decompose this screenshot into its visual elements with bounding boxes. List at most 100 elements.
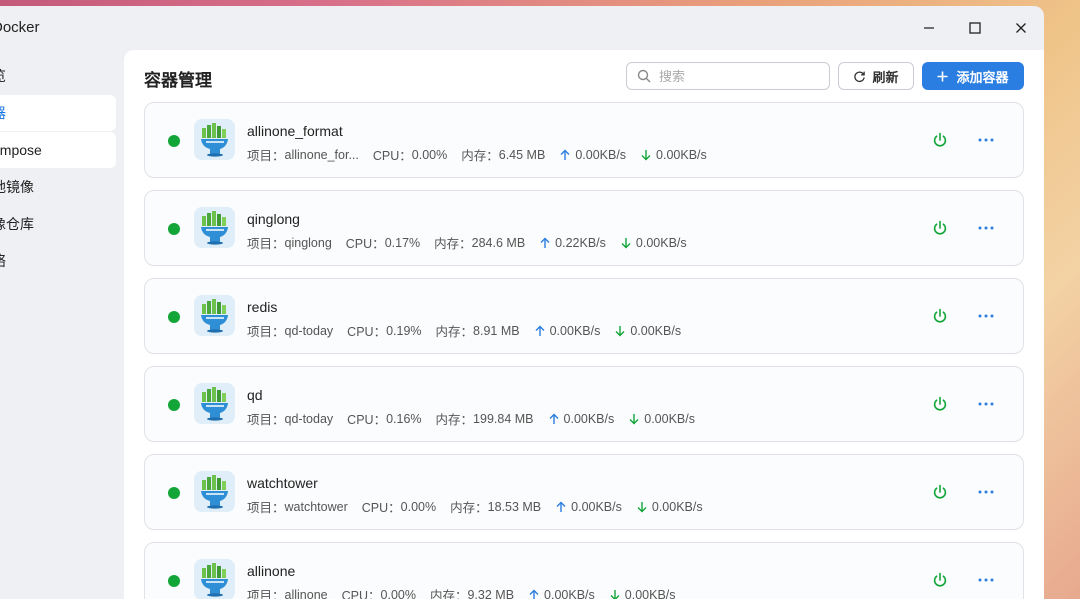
memory-value: 9.32 MB [467, 587, 515, 599]
upload-speed: 0.00KB/s [575, 147, 627, 162]
power-button[interactable] [929, 305, 951, 327]
more-options-button[interactable] [975, 481, 997, 503]
cpu-value: 0.19% [386, 323, 422, 338]
sidebar-item-image-registry[interactable]: 像仓库 [0, 206, 116, 242]
memory-label: 内存： [434, 237, 472, 251]
container-card[interactable]: allinone 项目： allinone CPU： 0.00% 内存： 9.3… [144, 542, 1024, 599]
project-value: allinone [284, 587, 328, 599]
status-running-dot [168, 399, 180, 411]
memory-label: 内存： [435, 325, 474, 339]
upload-speed: 0.22KB/s [555, 235, 606, 250]
title-bar: Docker [0, 6, 1044, 50]
download-arrow-icon [615, 325, 625, 336]
project-value: qd-today [284, 411, 334, 426]
upload-arrow-icon [529, 589, 539, 599]
container-meta: 项目： qd-today CPU： 0.19% 内存： 8.91 MB 0.00… [247, 321, 681, 340]
search-input[interactable] [659, 68, 809, 84]
container-card[interactable]: qinglong 项目： qinglong CPU： 0.17% 内存： 284… [144, 190, 1024, 266]
sidebar-item-label: ompose [0, 142, 42, 158]
project-value: watchtower [284, 499, 348, 514]
search-icon [637, 69, 651, 83]
container-card[interactable]: watchtower 项目： watchtower CPU： 0.00% 内存：… [144, 454, 1024, 530]
sidebar-item-overview[interactable]: 览 [0, 58, 116, 94]
download-speed: 0.00KB/s [651, 499, 703, 514]
download-arrow-icon [637, 501, 647, 512]
upload-arrow-icon [560, 149, 570, 160]
more-options-button[interactable] [975, 217, 997, 239]
download-speed: 0.00KB/s [656, 147, 707, 162]
memory-label: 内存： [450, 501, 488, 515]
refresh-label: 刷新 [872, 69, 899, 85]
more-horizontal-icon [978, 402, 994, 406]
power-button[interactable] [929, 129, 951, 151]
search-box[interactable] [626, 62, 830, 90]
container-name: qinglong [247, 211, 300, 227]
container-card[interactable]: allinone_format 项目： allinone_for... CPU：… [144, 102, 1024, 178]
power-button[interactable] [929, 217, 951, 239]
minimize-button[interactable] [914, 14, 944, 42]
more-options-button[interactable] [975, 393, 997, 415]
status-running-dot [168, 223, 180, 235]
sidebar-item-label: 络 [0, 253, 6, 269]
container-management-panel: 容器管理 刷新 添加容器 all [124, 50, 1044, 599]
maximize-button[interactable] [960, 14, 990, 42]
sidebar-item-compose[interactable]: ompose [0, 132, 116, 168]
status-running-dot [168, 487, 180, 499]
power-icon [933, 572, 947, 587]
sidebar-item-label: 地镜像 [0, 179, 34, 195]
power-button[interactable] [929, 481, 951, 503]
project-label: 项目： [247, 501, 285, 515]
power-icon [933, 396, 947, 411]
project-value: qd-today [284, 323, 334, 338]
upload-speed: 0.00KB/s [571, 499, 622, 514]
power-icon [933, 484, 947, 499]
sidebar-item-local-images[interactable]: 地镜像 [0, 169, 116, 205]
upload-speed: 0.00KB/s [544, 587, 595, 599]
memory-label: 内存： [461, 149, 499, 163]
download-speed: 0.00KB/s [644, 411, 695, 426]
add-container-button[interactable]: 添加容器 [922, 62, 1024, 90]
close-icon [1016, 23, 1026, 33]
maximize-icon [969, 22, 981, 34]
cpu-value: 0.00% [380, 587, 416, 599]
more-options-button[interactable] [975, 305, 997, 327]
more-options-button[interactable] [975, 129, 997, 151]
download-arrow-icon [621, 237, 631, 248]
project-label: 项目： [247, 589, 285, 599]
container-meta: 项目： qinglong CPU： 0.17% 内存： 284.6 MB 0.2… [247, 233, 687, 252]
project-label: 项目： [247, 413, 285, 427]
cpu-value: 0.16% [386, 411, 422, 426]
memory-value: 199.84 MB [473, 411, 534, 426]
more-horizontal-icon [978, 314, 994, 318]
memory-value: 6.45 MB [498, 147, 546, 162]
sidebar-item-label: 器 [0, 105, 6, 121]
add-container-label: 添加容器 [956, 69, 1009, 85]
docker-window: Docker 览 器 ompose 地镜像 像仓库 络 容器管理 刷新 添加容 [0, 6, 1044, 599]
sidebar-item-network[interactable]: 络 [0, 243, 116, 279]
container-app-icon [194, 383, 235, 424]
power-button[interactable] [929, 569, 951, 591]
power-icon [933, 308, 947, 323]
download-speed: 0.00KB/s [630, 323, 682, 338]
container-name: qd [247, 387, 263, 403]
container-name: redis [247, 299, 278, 315]
more-horizontal-icon [978, 578, 994, 582]
power-button[interactable] [929, 393, 951, 415]
close-button[interactable] [1006, 14, 1036, 42]
cpu-label: CPU： [345, 237, 385, 251]
project-value: qinglong [284, 235, 332, 250]
project-value: allinone_for... [284, 147, 359, 162]
sidebar: 览 器 ompose 地镜像 像仓库 络 [0, 50, 124, 599]
container-card[interactable]: qd 项目： qd-today CPU： 0.16% 内存： 199.84 MB… [144, 366, 1024, 442]
download-arrow-icon [629, 413, 639, 424]
sidebar-item-containers[interactable]: 器 [0, 95, 116, 131]
cpu-value: 0.00% [400, 499, 437, 514]
more-options-button[interactable] [975, 569, 997, 591]
container-app-icon [194, 207, 235, 248]
status-running-dot [168, 311, 180, 323]
sidebar-item-label: 览 [0, 68, 6, 84]
project-label: 项目： [247, 237, 285, 251]
refresh-button[interactable]: 刷新 [838, 62, 914, 90]
upload-speed: 0.00KB/s [563, 411, 615, 426]
container-card[interactable]: redis 项目： qd-today CPU： 0.19% 内存： 8.91 M… [144, 278, 1024, 354]
